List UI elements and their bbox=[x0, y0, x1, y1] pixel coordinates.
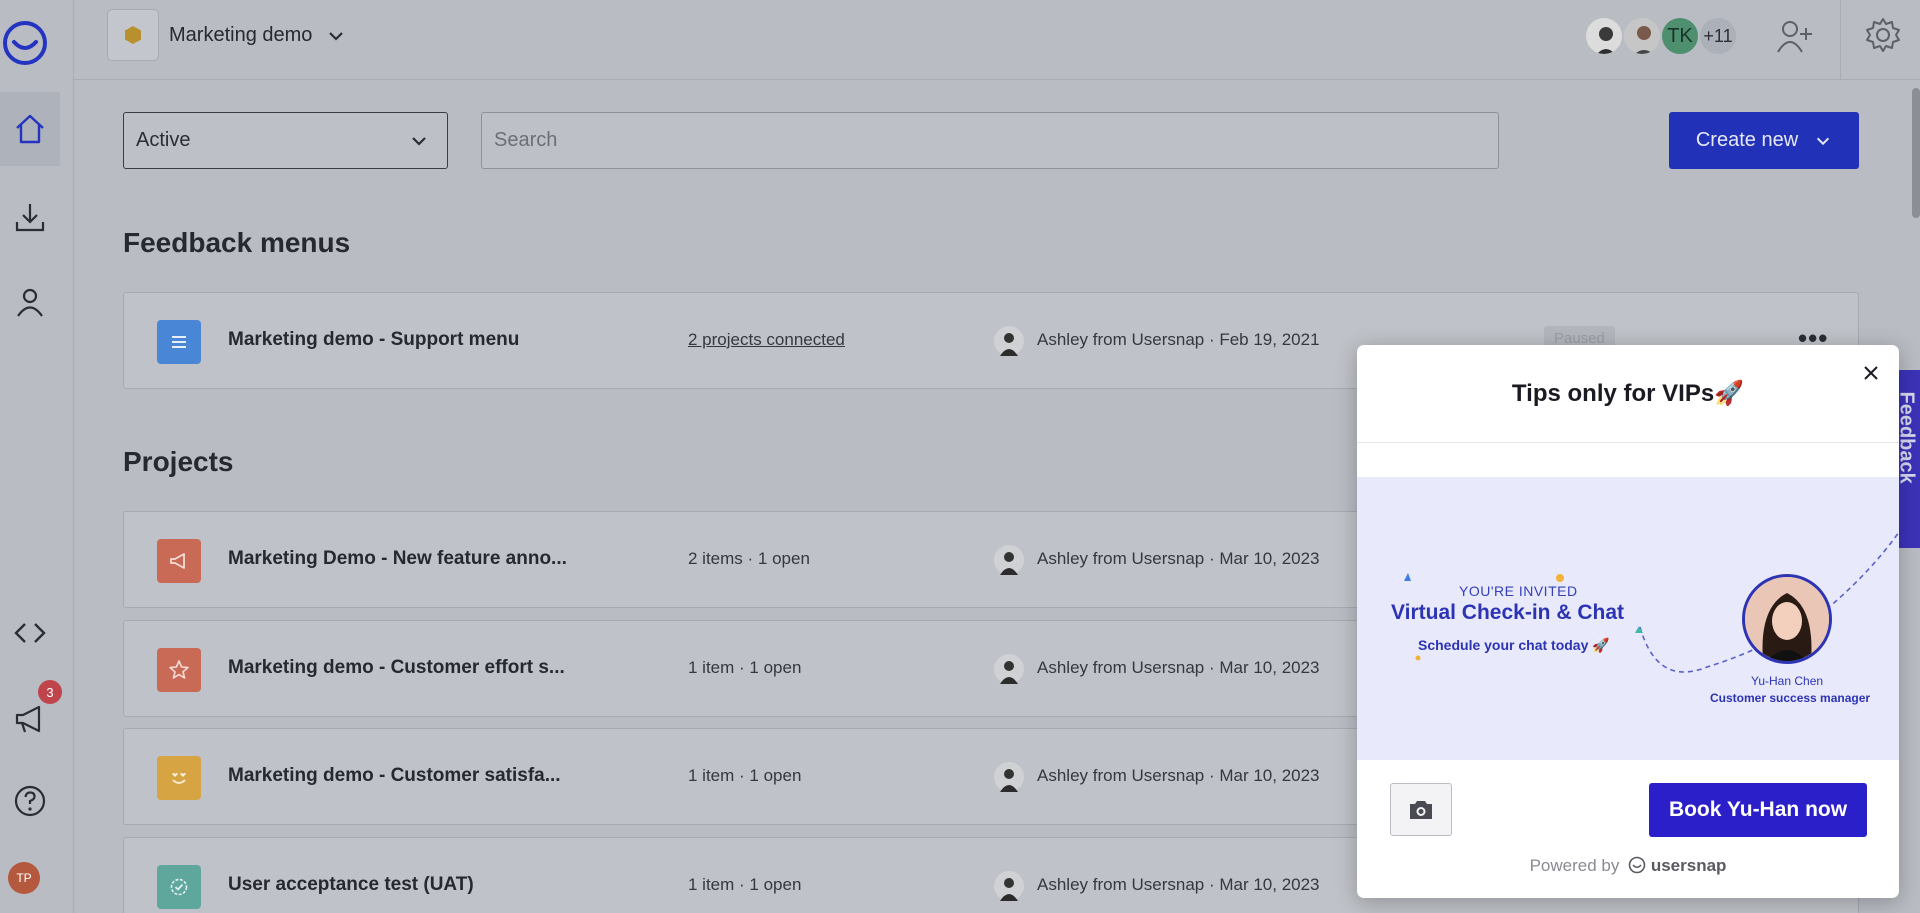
camera-icon bbox=[1410, 800, 1432, 819]
project-type-badge bbox=[157, 539, 201, 583]
status-filter-select[interactable]: Active bbox=[123, 112, 448, 169]
nav-home[interactable] bbox=[0, 92, 60, 166]
help-icon bbox=[14, 785, 46, 817]
owner-avatar-icon bbox=[994, 326, 1024, 356]
member-avatar bbox=[1584, 16, 1624, 56]
hexagon-icon bbox=[125, 26, 141, 44]
nav-downloads[interactable] bbox=[0, 180, 60, 254]
feedback-side-tab[interactable]: Feedback bbox=[1896, 370, 1920, 548]
row-owner: Ashley from Usersnap · Mar 10, 2023 bbox=[1037, 875, 1320, 894]
person-photo-icon bbox=[1586, 18, 1622, 54]
chevron-down-icon[interactable] bbox=[326, 26, 346, 46]
project-type-badge bbox=[157, 756, 201, 800]
notification-badge: 3 bbox=[38, 680, 62, 704]
row-items: 1 item · 1 open bbox=[688, 658, 802, 677]
create-new-label: Create new bbox=[1695, 129, 1799, 151]
projects-title: Projects bbox=[123, 446, 234, 477]
heart-eyes-icon bbox=[172, 773, 186, 784]
csm-name: Yu-Han Chen bbox=[1751, 674, 1824, 688]
row-owner: Ashley from Usersnap · Mar 10, 2023 bbox=[1037, 549, 1320, 568]
row-name[interactable]: Marketing Demo - New feature anno... bbox=[228, 548, 567, 570]
row-name[interactable]: Marketing demo - Support menu bbox=[228, 329, 519, 351]
code-icon bbox=[14, 623, 46, 643]
owner-avatar-icon bbox=[994, 545, 1024, 575]
project-type-badge bbox=[157, 865, 201, 909]
menu-type-badge bbox=[157, 320, 201, 364]
member-avatar-tk: TK bbox=[1660, 16, 1700, 56]
nav-users[interactable] bbox=[0, 265, 60, 339]
powered-by-prefix: Powered by bbox=[1529, 856, 1620, 875]
invite-subtitle: Schedule your chat today 🚀 bbox=[1418, 637, 1610, 653]
row-items: 1 item · 1 open bbox=[688, 766, 802, 785]
row-name[interactable]: Marketing demo - Customer effort s... bbox=[228, 657, 565, 679]
more-members-count: +11 bbox=[1698, 16, 1738, 56]
create-new-button[interactable]: Create new bbox=[1669, 112, 1859, 169]
member-avatar bbox=[1622, 16, 1662, 56]
star-icon bbox=[169, 660, 189, 679]
chevron-down-icon bbox=[412, 137, 426, 146]
invite-headline: Virtual Check-in & Chat bbox=[1391, 601, 1624, 624]
owner-avatar-icon bbox=[994, 654, 1024, 684]
workspace-name[interactable]: Marketing demo bbox=[169, 24, 312, 47]
nav-code[interactable] bbox=[0, 596, 60, 670]
usersnap-logo-icon[interactable] bbox=[2, 20, 48, 66]
owner-avatar-icon bbox=[994, 871, 1024, 901]
popup-divider bbox=[1357, 442, 1899, 443]
powered-by[interactable]: Powered by usersnap bbox=[1357, 856, 1899, 876]
screenshot-button[interactable] bbox=[1390, 783, 1452, 836]
row-owner: Ashley from Usersnap · Feb 19, 2021 bbox=[1037, 330, 1320, 349]
close-icon[interactable] bbox=[1861, 363, 1881, 383]
workspace-logo[interactable] bbox=[107, 9, 159, 61]
user-icon bbox=[17, 288, 43, 317]
status-filter-value: Active bbox=[136, 129, 191, 151]
chevron-down-icon bbox=[1817, 137, 1830, 145]
row-owner: Ashley from Usersnap · Mar 10, 2023 bbox=[1037, 766, 1320, 785]
powered-by-brand: usersnap bbox=[1650, 856, 1727, 875]
csm-photo bbox=[1742, 574, 1832, 664]
owner-avatar-icon bbox=[994, 762, 1024, 792]
search-input[interactable] bbox=[481, 112, 1499, 169]
row-items: 1 item · 1 open bbox=[688, 875, 802, 894]
gear-icon[interactable] bbox=[1864, 16, 1902, 54]
usersnap-mini-logo-icon bbox=[1628, 856, 1646, 874]
project-type-badge bbox=[157, 648, 201, 692]
row-items: 2 items · 1 open bbox=[688, 549, 810, 568]
left-sidebar: 3 TP bbox=[0, 0, 74, 913]
home-icon bbox=[16, 114, 44, 144]
check-badge-icon bbox=[170, 878, 188, 896]
feedback-menus-title: Feedback menus bbox=[123, 227, 351, 258]
download-icon bbox=[15, 204, 45, 232]
person-photo-icon bbox=[1745, 577, 1829, 661]
top-bar: Marketing demo TK +11 bbox=[74, 0, 1920, 80]
popup-title: Tips only for VIPs🚀 bbox=[1511, 380, 1745, 407]
invite-banner: YOU'RE INVITED Virtual Check-in & Chat S… bbox=[1357, 477, 1899, 760]
top-divider bbox=[1840, 0, 1841, 80]
page-scrollbar[interactable] bbox=[1912, 88, 1920, 218]
row-name[interactable]: Marketing demo - Customer satisfa... bbox=[228, 765, 561, 787]
megaphone-icon bbox=[15, 705, 41, 733]
megaphone-icon bbox=[170, 553, 185, 569]
row-name[interactable]: User acceptance test (UAT) bbox=[228, 874, 474, 896]
user-avatar[interactable]: TP bbox=[8, 862, 40, 894]
row-owner: Ashley from Usersnap · Mar 10, 2023 bbox=[1037, 658, 1320, 677]
person-photo-icon bbox=[1624, 18, 1660, 54]
vip-tips-popup: Tips only for VIPs🚀 YOU'RE INVITED Virtu… bbox=[1357, 345, 1899, 898]
projects-connected-link[interactable]: 2 projects connected bbox=[688, 330, 845, 350]
invite-eyebrow: YOU'RE INVITED bbox=[1459, 583, 1578, 599]
nav-help[interactable] bbox=[0, 764, 60, 838]
add-user-icon[interactable] bbox=[1776, 18, 1814, 54]
book-call-button[interactable]: Book Yu-Han now bbox=[1649, 783, 1867, 837]
list-icon bbox=[172, 336, 186, 348]
csm-role: Customer success manager bbox=[1710, 691, 1871, 705]
